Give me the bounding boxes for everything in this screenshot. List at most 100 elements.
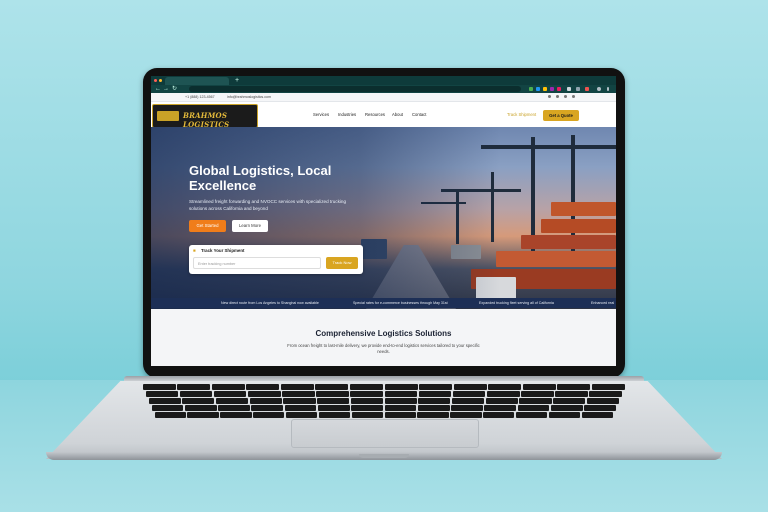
- keyboard-key[interactable]: [213, 391, 247, 397]
- ticker-item[interactable]: New direct route from Los Angeles to Sha…: [221, 298, 319, 308]
- keyboard-key[interactable]: [216, 398, 249, 404]
- tracking-number-input[interactable]: Enter tracking number: [193, 257, 321, 269]
- keyboard-key[interactable]: [177, 384, 211, 390]
- keyboard-key[interactable]: [350, 391, 383, 397]
- nav-track-link[interactable]: Track Shipment: [507, 112, 536, 117]
- keyboard-key[interactable]: [417, 405, 450, 411]
- keyboard-key[interactable]: [251, 405, 284, 411]
- keyboard-key[interactable]: [384, 405, 417, 411]
- extension-icon[interactable]: [550, 87, 554, 91]
- keyboard-key[interactable]: [248, 391, 281, 397]
- linkedin-icon[interactable]: [564, 95, 567, 98]
- trackpad[interactable]: [291, 419, 479, 448]
- instagram-icon[interactable]: [572, 95, 575, 98]
- nav-item-contact[interactable]: Contact: [412, 112, 426, 117]
- keyboard-key[interactable]: [581, 412, 613, 418]
- ticker-item[interactable]: Enhanced real: [591, 298, 614, 308]
- keyboard-key[interactable]: [316, 391, 349, 397]
- nav-item-resources[interactable]: Resources: [365, 112, 385, 117]
- keyboard-key[interactable]: [384, 384, 418, 390]
- extension-icon[interactable]: [543, 87, 547, 91]
- keyboard-key[interactable]: [187, 412, 219, 418]
- extension-icon[interactable]: [557, 87, 561, 91]
- get-started-button[interactable]: Get Started: [189, 220, 226, 232]
- keyboard-key[interactable]: [548, 412, 581, 418]
- keyboard-key[interactable]: [282, 391, 315, 397]
- topbar-email[interactable]: info@brahmoslogistics.com: [227, 95, 271, 99]
- keyboard-key[interactable]: [318, 405, 350, 411]
- keyboard-key[interactable]: [484, 405, 517, 411]
- keyboard-key[interactable]: [452, 398, 485, 404]
- keyboard-key[interactable]: [184, 405, 217, 411]
- keyboard-key[interactable]: [589, 391, 622, 397]
- keyboard-key[interactable]: [148, 398, 181, 404]
- keyboard-key[interactable]: [154, 412, 186, 418]
- back-icon[interactable]: ←: [155, 85, 161, 93]
- nav-item-services[interactable]: Services: [313, 112, 329, 117]
- keyboard-key[interactable]: [488, 384, 522, 390]
- keyboard-key[interactable]: [253, 412, 285, 418]
- brand-logo[interactable]: BRAHMOS LOGISTICS: [152, 104, 258, 128]
- close-window-icon[interactable]: [154, 79, 157, 82]
- keyboard-key[interactable]: [280, 384, 314, 390]
- browser-tab[interactable]: [165, 77, 229, 85]
- keyboard-key[interactable]: [553, 398, 586, 404]
- extension-icon[interactable]: [585, 87, 589, 91]
- keyboard-key[interactable]: [315, 384, 349, 390]
- keyboard-key[interactable]: [182, 398, 215, 404]
- keyboard-key[interactable]: [418, 391, 452, 397]
- keyboard-key[interactable]: [384, 412, 416, 418]
- keyboard-key[interactable]: [318, 412, 351, 418]
- keyboard-key[interactable]: [351, 412, 383, 418]
- keyboard-key[interactable]: [557, 384, 591, 390]
- keyboard-key[interactable]: [384, 391, 418, 397]
- keyboard-key[interactable]: [145, 391, 179, 397]
- keyboard-key[interactable]: [179, 391, 213, 397]
- keyboard-key[interactable]: [453, 384, 487, 390]
- track-now-button[interactable]: Track Now: [326, 257, 358, 269]
- nav-item-about[interactable]: About: [392, 112, 403, 117]
- keyboard-key[interactable]: [485, 398, 518, 404]
- keyboard-key[interactable]: [286, 412, 318, 418]
- keyboard-key[interactable]: [351, 405, 383, 411]
- extension-icon[interactable]: [567, 87, 571, 91]
- keyboard-key[interactable]: [551, 405, 583, 411]
- nav-item-industries[interactable]: Industries: [338, 112, 356, 117]
- keyboard-key[interactable]: [283, 398, 316, 404]
- ticker-item[interactable]: Expanded trucking fleet serving all of C…: [479, 298, 554, 308]
- keyboard-key[interactable]: [519, 398, 552, 404]
- keyboard-key[interactable]: [483, 412, 515, 418]
- keyboard-key[interactable]: [417, 412, 449, 418]
- keyboard-key[interactable]: [249, 398, 282, 404]
- keyboard-key[interactable]: [142, 384, 176, 390]
- keyboard-key[interactable]: [246, 384, 280, 390]
- keyboard-key[interactable]: [450, 412, 482, 418]
- profile-icon[interactable]: [597, 87, 601, 91]
- keyboard-key[interactable]: [317, 398, 350, 404]
- new-tab-button[interactable]: +: [235, 76, 239, 85]
- keyboard-key[interactable]: [516, 412, 548, 418]
- keyboard-key[interactable]: [419, 384, 453, 390]
- ticker-item[interactable]: Special rates for e-commerce businesses …: [353, 298, 448, 308]
- keyboard-key[interactable]: [584, 405, 616, 411]
- keyboard-key[interactable]: [592, 384, 625, 390]
- keyboard-key[interactable]: [522, 384, 556, 390]
- keyboard-key[interactable]: [521, 391, 554, 397]
- extension-icon[interactable]: [576, 87, 580, 91]
- extension-icon[interactable]: [536, 87, 540, 91]
- keyboard-key[interactable]: [284, 405, 317, 411]
- keyboard-key[interactable]: [384, 398, 417, 404]
- keyboard-key[interactable]: [517, 405, 550, 411]
- extension-icon[interactable]: [529, 87, 533, 91]
- keyboard-key[interactable]: [211, 384, 245, 390]
- keyboard-key[interactable]: [487, 391, 520, 397]
- minimize-window-icon[interactable]: [159, 79, 162, 82]
- url-field[interactable]: [189, 86, 521, 92]
- facebook-icon[interactable]: [548, 95, 551, 98]
- topbar-phone[interactable]: +1 (888) 123-4567: [185, 95, 215, 99]
- learn-more-button[interactable]: Learn More: [232, 220, 268, 232]
- menu-icon[interactable]: [607, 87, 609, 91]
- forward-icon[interactable]: →: [163, 85, 169, 93]
- keyboard-key[interactable]: [452, 391, 486, 397]
- keyboard-key[interactable]: [220, 412, 252, 418]
